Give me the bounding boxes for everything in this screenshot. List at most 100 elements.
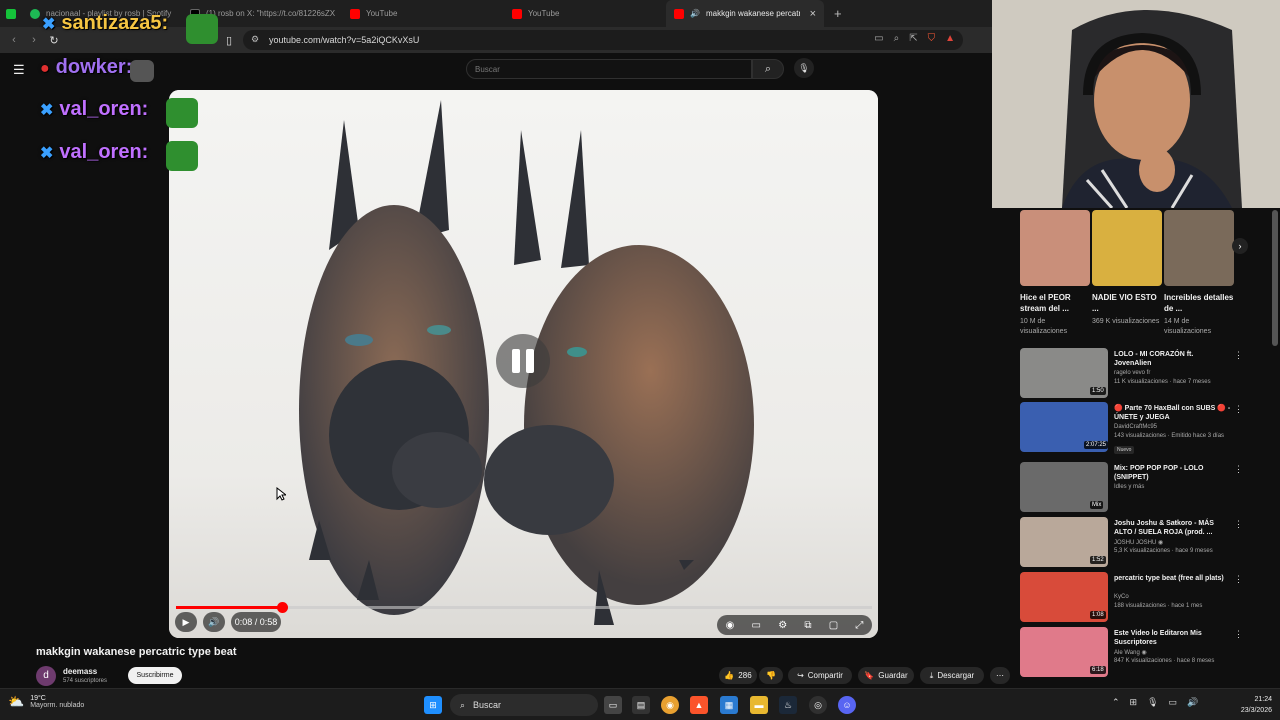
video-channel: KyCo xyxy=(1114,594,1129,600)
taskview-icon[interactable]: ▭ xyxy=(604,696,622,714)
address-bar[interactable]: ⚙ youtube.com/watch?v=5a2iQCKvXsU ▭ ⌕ ⇱ … xyxy=(243,30,963,50)
video-channel: Idles y más xyxy=(1114,484,1145,490)
youtube-icon xyxy=(674,8,684,19)
folder-icon[interactable]: ▬ xyxy=(750,696,768,714)
download-icon: ⤓ xyxy=(929,670,934,680)
list-item[interactable]: 1:50 LOLO - MI CORAZÓN ft. JovenAlien ra… xyxy=(1020,348,1243,400)
short-title: NADIE VIO ESTO ... xyxy=(1092,293,1157,313)
miniplayer-icon[interactable]: ⧉ xyxy=(804,620,811,631)
play-button[interactable]: ▶ xyxy=(175,612,197,632)
mic-icon[interactable]: 🎙 xyxy=(1147,697,1158,708)
more-actions-button[interactable]: ⋯ xyxy=(990,667,1010,684)
more-options-icon[interactable]: ⋮ xyxy=(1234,519,1243,530)
more-options-icon[interactable]: ⋮ xyxy=(1234,404,1243,415)
download-button[interactable]: ⤓ Descargar xyxy=(920,667,984,684)
brave-shield-icon[interactable]: ⛉ xyxy=(928,33,936,44)
like-button[interactable]: 👍 286 xyxy=(719,667,757,684)
youtube-icon xyxy=(350,8,360,19)
list-item[interactable]: 2:07:25 🔴 Parte 70 HaxBall con SUBS 🔴 - … xyxy=(1020,402,1243,454)
badge-icon: ● xyxy=(40,60,50,77)
pepe-emote xyxy=(166,98,198,128)
volume-icon[interactable]: 🔊 xyxy=(1187,697,1198,708)
site-info-icon[interactable]: ⚙ xyxy=(251,34,259,45)
pause-button[interactable] xyxy=(496,334,550,388)
more-options-icon[interactable]: ⋮ xyxy=(1234,574,1243,585)
tab-active-video[interactable]: 🔊 makkgin wakanese percatric t × xyxy=(666,0,824,27)
weather-icon: ⛅ xyxy=(8,694,25,709)
list-item[interactable]: 1:52 Joshu Joshu & Saŧkoro - MÁS ALTO / … xyxy=(1020,517,1243,569)
obs-icon[interactable]: ◎ xyxy=(809,696,827,714)
short-item[interactable]: NADIE VIO ESTO ... 369 K visualizaciones xyxy=(1092,210,1162,327)
list-item[interactable]: Mix Mix: POP POP POP - LOLO (SNIPPET) Id… xyxy=(1020,462,1243,514)
search-input[interactable]: Buscar xyxy=(466,59,752,79)
short-views: 369 K visualizaciones xyxy=(1092,318,1160,325)
more-options-icon[interactable]: ⋮ xyxy=(1234,464,1243,475)
page-scrollbar[interactable] xyxy=(1272,210,1278,346)
share-icon[interactable]: ⇱ xyxy=(909,33,917,44)
steam-icon[interactable]: ♨ xyxy=(779,696,797,714)
thumbs-up-icon: 👍 xyxy=(724,671,735,680)
start-button[interactable]: ⊞ xyxy=(424,696,442,714)
bookmark-icon[interactable]: ▯ xyxy=(219,34,239,47)
back-icon[interactable]: ‹ xyxy=(4,34,24,46)
cast-icon[interactable]: ▭ xyxy=(874,33,883,44)
video-title: Joshu Joshu & Saŧkoro - MÁS ALTO / SUELA… xyxy=(1114,520,1214,536)
reload-icon[interactable]: ↻ xyxy=(44,34,64,47)
chevron-up-icon[interactable]: ⌃ xyxy=(1112,697,1120,708)
tab-youtube-1[interactable]: YouTube xyxy=(342,0,504,27)
app-icon[interactable]: ▤ xyxy=(632,696,650,714)
channel-name[interactable]: deemass xyxy=(63,667,97,676)
menu-icon[interactable]: ☰ xyxy=(13,62,25,78)
brave-icon[interactable]: ▲ xyxy=(690,696,708,714)
search-icon: ⌕ xyxy=(764,63,772,75)
gamepad-icon[interactable]: ⊞ xyxy=(1130,697,1138,708)
voice-search-button[interactable]: 🎙 xyxy=(794,58,814,78)
chrome-icon[interactable]: ◉ xyxy=(661,696,679,714)
save-button[interactable]: 🔖 Guardar xyxy=(858,667,914,684)
list-item[interactable]: 1:08 percatric type beat (free all plats… xyxy=(1020,572,1243,624)
discord-icon[interactable]: ☺ xyxy=(838,696,856,714)
more-options-icon[interactable]: ⋮ xyxy=(1234,350,1243,361)
store-icon[interactable]: ▦ xyxy=(720,696,738,714)
list-item[interactable]: 6:18 Este Video lo Editaron Mis Suscript… xyxy=(1020,627,1243,679)
theater-mode-icon[interactable]: ▢ xyxy=(829,620,838,631)
short-views: 10 M de visualizaciones xyxy=(1020,318,1068,335)
video-player[interactable]: ▶ 🔊 0:08 / 0:58 ◉ ▭ ⚙ ⧉ ▢ ⤢ xyxy=(169,90,878,638)
zoom-icon[interactable]: ⌕ xyxy=(894,33,900,44)
pepe-emote xyxy=(166,141,198,171)
weather-widget[interactable]: ⛅ 19°C Mayorm. nublado xyxy=(8,694,84,710)
more-options-icon[interactable]: ⋮ xyxy=(1234,629,1243,640)
short-item[interactable]: Increibles detalles de ... 14 M de visua… xyxy=(1164,210,1234,337)
speaker-icon: 🔊 xyxy=(690,9,700,18)
pause-icon-bar xyxy=(526,349,534,373)
dislike-button[interactable]: 👎 xyxy=(759,667,783,684)
chat-username: val_oren: xyxy=(59,98,149,120)
subtitles-icon[interactable]: ▭ xyxy=(752,620,761,631)
video-title: Mix: POP POP POP - LOLO (SNIPPET) xyxy=(1114,465,1204,481)
autoplay-toggle-icon[interactable]: ◉ xyxy=(726,620,735,631)
subscribe-button[interactable]: Suscribirme xyxy=(128,667,182,684)
taskbar-search[interactable]: ⌕ Buscar xyxy=(450,694,598,716)
new-tab-button[interactable]: + xyxy=(834,6,842,21)
tab-youtube-2[interactable]: YouTube xyxy=(504,0,666,27)
mouse-cursor-icon xyxy=(276,487,286,501)
search-button[interactable]: ⌕ xyxy=(752,59,784,79)
fullscreen-icon[interactable]: ⤢ xyxy=(855,620,863,631)
close-tab-icon[interactable]: × xyxy=(810,8,816,20)
like-count: 286 xyxy=(738,671,752,680)
channel-avatar[interactable]: d xyxy=(36,666,56,686)
clock[interactable]: 21:24 23/3/2026 xyxy=(1222,694,1272,716)
brave-rewards-icon[interactable]: ▲ xyxy=(945,33,955,44)
shorts-next-button[interactable]: › xyxy=(1232,238,1248,254)
mic-icon: 🎙 xyxy=(798,63,810,73)
forward-icon[interactable]: › xyxy=(24,34,44,46)
streamer-hand xyxy=(1139,148,1175,192)
volume-button[interactable]: 🔊 xyxy=(203,612,225,632)
settings-icon[interactable]: ⚙ xyxy=(778,620,787,631)
progress-bar[interactable] xyxy=(176,602,872,613)
short-item[interactable]: Hice el PEOR stream del ... 10 M de visu… xyxy=(1020,210,1090,337)
search-placeholder: Buscar xyxy=(475,65,500,74)
share-button[interactable]: ↪ Compartir xyxy=(788,667,852,684)
verified-badge-icon: ✖ xyxy=(42,16,56,33)
network-icon[interactable]: ▭ xyxy=(1169,697,1178,708)
